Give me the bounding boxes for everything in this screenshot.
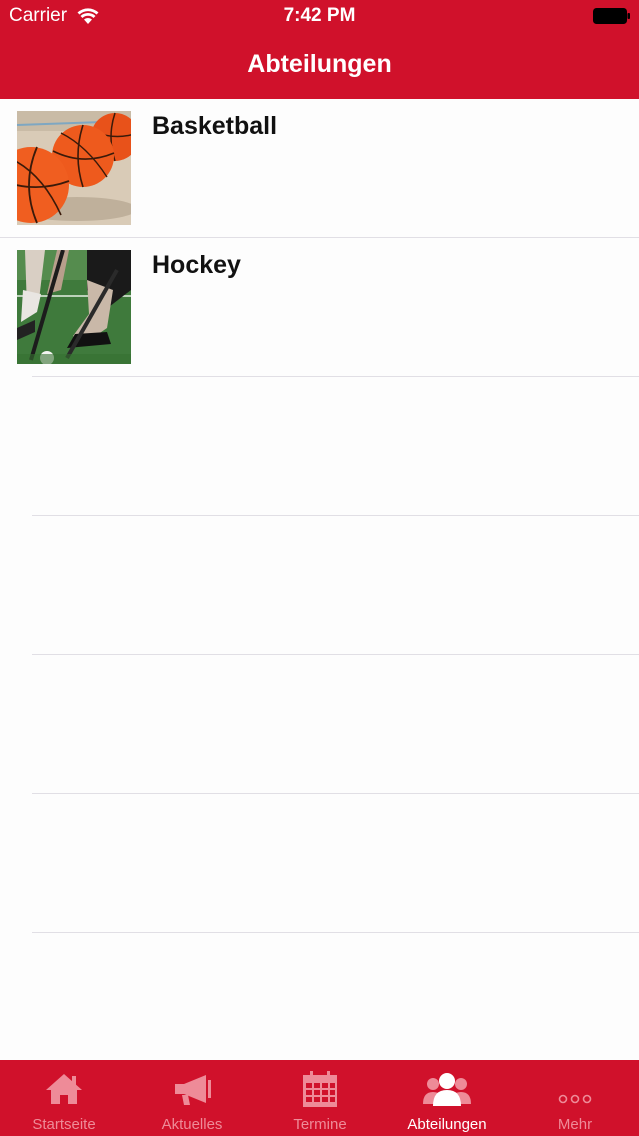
tab-mehr[interactable]: Mehr: [511, 1060, 639, 1136]
tab-label: Termine: [293, 1116, 347, 1133]
empty-row: [0, 655, 639, 794]
list-item-basketball[interactable]: Basketball: [0, 99, 639, 238]
battery-icon: [593, 8, 630, 24]
clock: 7:42 PM: [283, 5, 356, 26]
calendar-icon: [303, 1071, 337, 1107]
home-icon: [46, 1074, 82, 1104]
people-icon: [423, 1073, 471, 1106]
tab-label: Mehr: [557, 1116, 593, 1133]
department-list: Basketball Hockey: [0, 99, 639, 933]
more-icon: [558, 1094, 592, 1104]
department-title: Basketball: [152, 112, 278, 140]
tab-bar: Startseite Aktuelles Termine Abteilungen…: [0, 1060, 639, 1136]
tab-startseite[interactable]: Startseite: [0, 1060, 128, 1136]
hockey-photo: [17, 250, 131, 364]
status-bar: Carrier 7:42 PM: [0, 0, 639, 34]
megaphone-icon: [175, 1075, 211, 1105]
department-title: Hockey: [152, 251, 241, 279]
empty-row: [0, 377, 639, 516]
app-screen: Carrier 7:42 PM Abteilungen Basketball H…: [0, 0, 639, 1136]
empty-row: [0, 516, 639, 655]
tab-label: Aktuelles: [161, 1116, 223, 1133]
basketball-photo: [17, 111, 131, 225]
row-divider: [32, 932, 639, 933]
tab-label: Startseite: [32, 1116, 96, 1133]
tab-label: Abteilungen: [407, 1116, 487, 1133]
empty-row: [0, 794, 639, 933]
tab-aktuelles[interactable]: Aktuelles: [128, 1060, 256, 1136]
top-bar: Carrier 7:42 PM Abteilungen: [0, 0, 639, 99]
list-item-hockey[interactable]: Hockey: [0, 238, 639, 377]
tab-abteilungen[interactable]: Abteilungen: [383, 1060, 511, 1136]
tab-termine[interactable]: Termine: [256, 1060, 384, 1136]
page-title: Abteilungen: [247, 50, 392, 78]
